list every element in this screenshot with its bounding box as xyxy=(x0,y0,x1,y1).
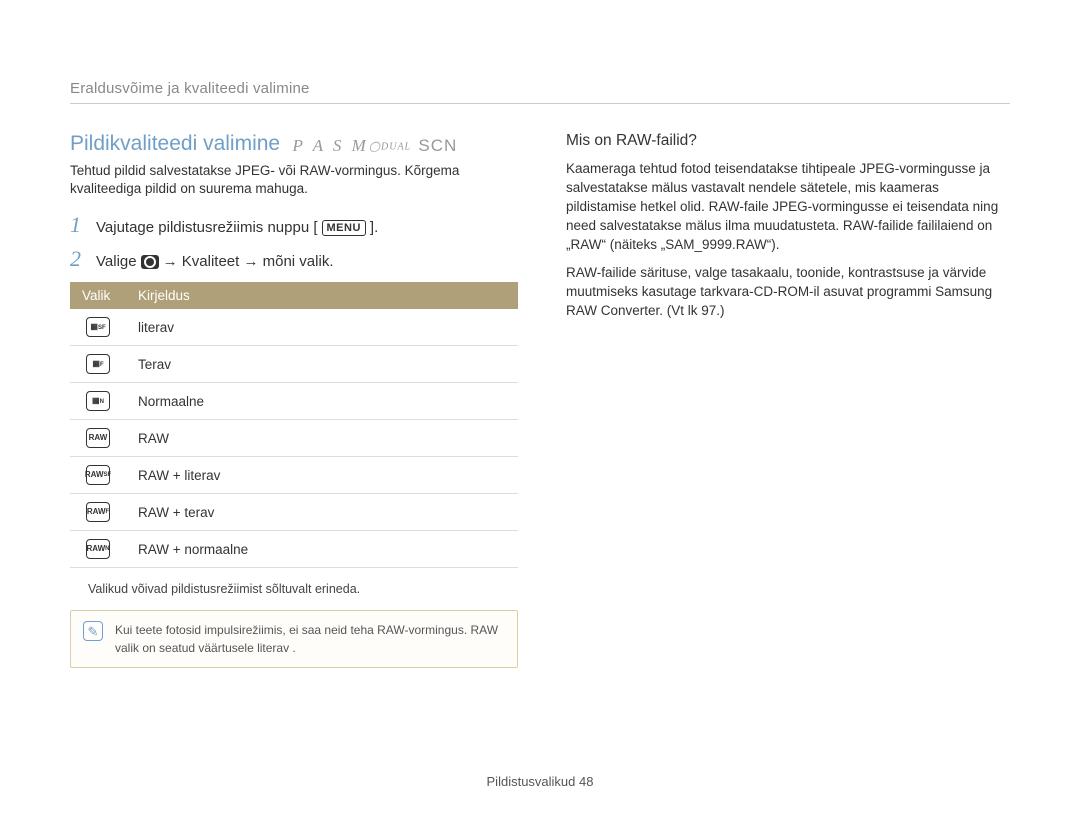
table-row: RAW RAW xyxy=(70,420,518,457)
table-row: ▦N Normaalne xyxy=(70,383,518,420)
step-text-post: ]. xyxy=(370,219,378,236)
intro-text: Tehtud pildid salvestatakse JPEG- või RA… xyxy=(70,162,518,198)
row-label: RAW xyxy=(126,420,518,457)
menu-button-icon: MENU xyxy=(322,220,366,236)
table-row: ▦F Terav xyxy=(70,346,518,383)
note-text: Kui teete fotosid impulsirežiimis, ei sa… xyxy=(115,621,505,657)
camera-icon xyxy=(141,255,159,269)
dual-icon: ◯DUAL xyxy=(369,141,411,152)
right-para-2: RAW-failide särituse, valge tasakaalu, t… xyxy=(566,264,1010,321)
page: Eraldusvõime ja kvaliteedi valimine Pild… xyxy=(0,0,1080,698)
footer-page: 48 xyxy=(579,774,593,789)
modes-scn: SCN xyxy=(418,136,457,155)
step-body: Valige → Kvaliteet → mõni valik. xyxy=(96,253,333,270)
row-label: Terav xyxy=(126,346,518,383)
row-label: RAW + normaalne xyxy=(126,531,518,568)
section-header: Pildikvaliteedi valimine P A S M◯DUAL SC… xyxy=(70,132,518,156)
mode-indicators: P A S M◯DUAL SCN xyxy=(293,136,458,155)
n-icon: ▦N xyxy=(86,391,110,411)
raw-n-icon: RAWN xyxy=(86,539,110,559)
row-label: RAW + literav xyxy=(126,457,518,494)
right-column: Mis on RAW-failid? Kaameraga tehtud foto… xyxy=(566,132,1010,668)
content-columns: Pildikvaliteedi valimine P A S M◯DUAL SC… xyxy=(70,132,1010,668)
step-body: Vajutage pildistusrežiimis nuppu [MENU]. xyxy=(96,219,378,236)
right-body: Kaameraga tehtud fotod teisendatakse tih… xyxy=(566,160,1010,321)
step-2: 2 Valige → Kvaliteet → mõni valik. xyxy=(70,246,518,272)
table-row: RAWSF RAW + literav xyxy=(70,457,518,494)
table-row: ▦SF literav xyxy=(70,309,518,346)
raw-icon: RAW xyxy=(86,428,110,448)
options-table: Valik Kirjeldus ▦SF literav ▦F Terav ▦N xyxy=(70,282,518,568)
step-text-part2: → Kvaliteet → mõni valik. xyxy=(163,253,334,270)
raw-sf-icon: RAWSF xyxy=(86,465,110,485)
steps: 1 Vajutage pildistusrežiimis nuppu [MENU… xyxy=(70,212,518,272)
th-valik: Valik xyxy=(70,282,126,309)
note-box: ✎ Kui teete fotosid impulsirežiimis, ei … xyxy=(70,610,518,668)
table-row: RAWN RAW + normaalne xyxy=(70,531,518,568)
right-para-1: Kaameraga tehtud fotod teisendatakse tih… xyxy=(566,160,1010,254)
step-1: 1 Vajutage pildistusrežiimis nuppu [MENU… xyxy=(70,212,518,238)
modes-main: P A S M xyxy=(293,136,369,155)
step-text-pre: Vajutage pildistusrežiimis nuppu [ xyxy=(96,219,318,236)
step-number: 2 xyxy=(70,246,84,272)
left-column: Pildikvaliteedi valimine P A S M◯DUAL SC… xyxy=(70,132,518,668)
row-label: Normaalne xyxy=(126,383,518,420)
raw-f-icon: RAWF xyxy=(86,502,110,522)
note-icon: ✎ xyxy=(83,621,103,641)
row-label: RAW + terav xyxy=(126,494,518,531)
table-footnote: Valikud võivad pildistusrežiimist sõltuv… xyxy=(88,582,518,596)
f-icon: ▦F xyxy=(86,354,110,374)
breadcrumb: Eraldusvõime ja kvaliteedi valimine xyxy=(70,80,1010,104)
right-title: Mis on RAW-failid? xyxy=(566,132,1010,150)
page-footer: Pildistusvalikud 48 xyxy=(0,774,1080,789)
sf-icon: ▦SF xyxy=(86,317,110,337)
th-kirjeldus: Kirjeldus xyxy=(126,282,518,309)
step-number: 1 xyxy=(70,212,84,238)
row-label: literav xyxy=(126,309,518,346)
footer-label: Pildistusvalikud xyxy=(487,774,576,789)
table-row: RAWF RAW + terav xyxy=(70,494,518,531)
section-title: Pildikvaliteedi valimine xyxy=(70,132,280,155)
step-text-part1: Valige xyxy=(96,253,137,270)
